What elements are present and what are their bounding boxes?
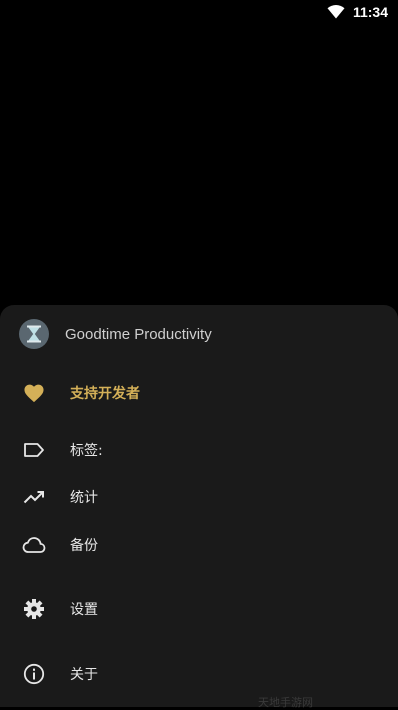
- watermark: 天地手游网: [258, 696, 313, 709]
- drawer-header: Goodtime Productivity: [19, 319, 212, 349]
- info-icon: [22, 662, 46, 686]
- label-icon: [22, 438, 46, 462]
- app-title: Goodtime Productivity: [65, 325, 212, 343]
- status-time: 11:34: [352, 4, 388, 20]
- wifi-icon: [327, 5, 345, 19]
- navigation-drawer: Goodtime Productivity 支持开发者 标签: 统计 备份 设置…: [0, 305, 398, 707]
- menu-item-labels[interactable]: 标签:: [0, 428, 398, 472]
- menu-label-support-developer: 支持开发者: [70, 386, 140, 402]
- status-bar: 11:34: [0, 0, 398, 24]
- trending-up-icon: [22, 485, 46, 509]
- heart-icon: [22, 381, 46, 405]
- menu-label-statistics: 统计: [70, 490, 98, 506]
- hourglass-icon: [19, 319, 49, 349]
- menu-label-backup: 备份: [70, 538, 98, 554]
- menu-item-settings[interactable]: 设置: [0, 587, 398, 631]
- menu-item-backup[interactable]: 备份: [0, 523, 398, 567]
- gear-icon: [22, 597, 46, 621]
- menu-item-support-developer[interactable]: 支持开发者: [0, 371, 398, 415]
- menu-label-about: 关于: [70, 667, 98, 683]
- cloud-icon: [22, 533, 46, 557]
- menu-item-statistics[interactable]: 统计: [0, 475, 398, 519]
- menu-item-about[interactable]: 关于: [0, 652, 398, 696]
- menu-label-settings: 设置: [70, 602, 98, 618]
- menu-label-labels: 标签:: [70, 443, 103, 459]
